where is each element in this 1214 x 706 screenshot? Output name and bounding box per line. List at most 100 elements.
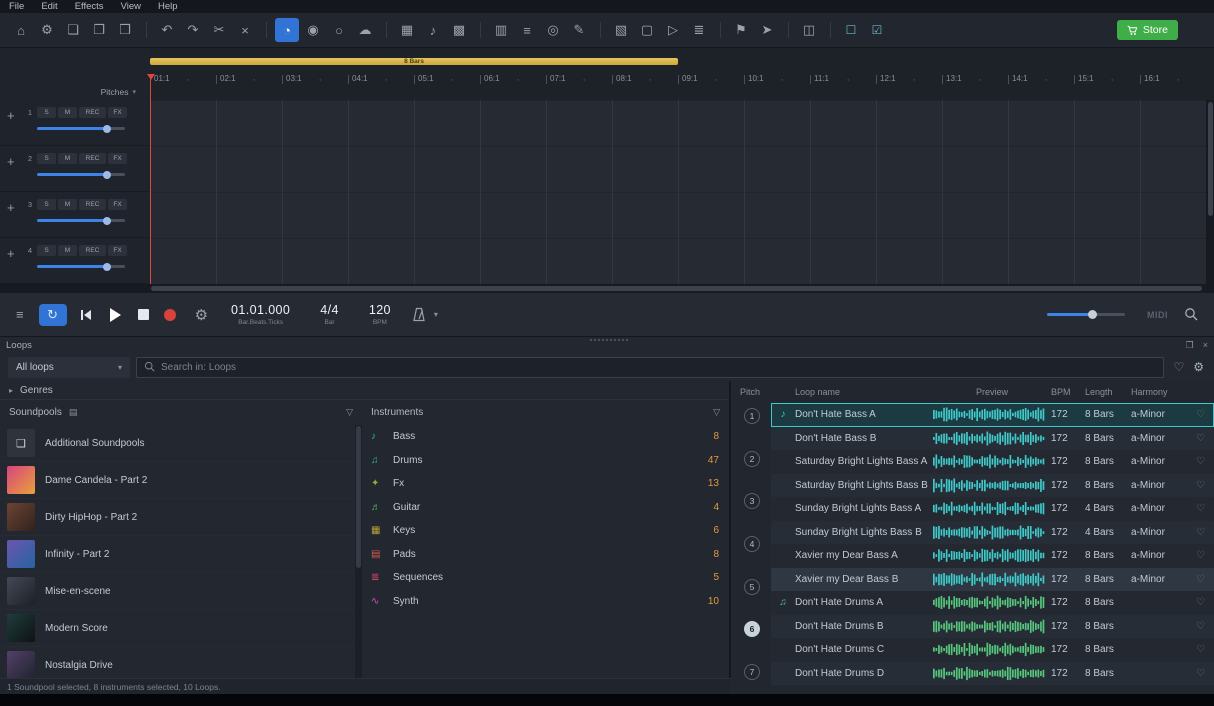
- metronome-icon[interactable]: [412, 307, 426, 322]
- track-volume-slider[interactable]: [37, 219, 125, 222]
- scrollbar-thumb[interactable]: [151, 286, 1202, 291]
- instrument-item[interactable]: ▦ Keys 6: [362, 519, 729, 543]
- instrument-item[interactable]: ✦ Fx 13: [362, 472, 729, 496]
- eq-icon[interactable]: ≡: [515, 18, 539, 42]
- transport-menu-icon[interactable]: ≡: [16, 307, 24, 322]
- loop-row[interactable]: Saturday Bright Lights Bass B 172 8 Bars…: [771, 474, 1214, 498]
- slider-handle[interactable]: [103, 217, 111, 225]
- favorite-icon[interactable]: ♡: [1187, 527, 1214, 538]
- bpm-display[interactable]: 120 BPM: [369, 303, 391, 326]
- scrollbar-thumb[interactable]: [1208, 102, 1213, 216]
- mute-button[interactable]: M: [58, 199, 77, 210]
- track-volume-slider[interactable]: [37, 173, 125, 176]
- soundpool-item[interactable]: Nostalgia Drive: [0, 647, 353, 678]
- soundpool-item[interactable]: Dirty HipHop - Part 2: [0, 499, 353, 536]
- close-icon[interactable]: ×: [1203, 340, 1208, 351]
- instrument-item[interactable]: ▤ Pads 8: [362, 543, 729, 567]
- soundpool-item[interactable]: Mise-en-scene: [0, 573, 353, 610]
- pitch-button[interactable]: 5: [744, 579, 760, 595]
- loop-waveform-preview[interactable]: [933, 525, 1051, 540]
- pitch-button[interactable]: 1: [744, 408, 760, 424]
- filter-icon[interactable]: ▽: [346, 407, 353, 418]
- soundpool-item[interactable]: Modern Score: [0, 610, 353, 647]
- menu-item[interactable]: View: [121, 1, 141, 12]
- panel-resize-handle[interactable]: [590, 339, 628, 341]
- video-player-icon[interactable]: ▷: [661, 18, 685, 42]
- favorite-icon[interactable]: ♡: [1187, 433, 1214, 444]
- video-monitor-icon[interactable]: ▢: [635, 18, 659, 42]
- more-apps-icon[interactable]: ▩: [447, 18, 471, 42]
- favorite-icon[interactable]: ♡: [1187, 597, 1214, 608]
- scrollbar-thumb[interactable]: [356, 426, 361, 568]
- fx-button[interactable]: FX: [108, 153, 127, 164]
- slider-handle[interactable]: [1088, 310, 1097, 319]
- favorite-icon[interactable]: ♡: [1187, 503, 1214, 514]
- loop-row[interactable]: Xavier my Dear Bass B 172 8 Bars a-Minor…: [771, 568, 1214, 592]
- new-project-icon[interactable]: ❏: [61, 18, 85, 42]
- column-header-harmony[interactable]: Harmony: [1131, 387, 1187, 397]
- menu-item[interactable]: Effects: [75, 1, 104, 12]
- record-arm-button[interactable]: REC: [79, 245, 106, 256]
- fx-button[interactable]: FX: [108, 199, 127, 210]
- metronome-toggle-icon[interactable]: ◔: [275, 18, 299, 42]
- loop-waveform-preview[interactable]: [933, 454, 1051, 469]
- play-button[interactable]: [107, 307, 123, 323]
- mute-button[interactable]: M: [58, 245, 77, 256]
- position-display[interactable]: 01.01.000 Bar.Beats.Ticks: [231, 303, 290, 326]
- open-project-icon[interactable]: ❐: [87, 18, 111, 42]
- loop-waveform-preview[interactable]: [933, 548, 1051, 563]
- loop-waveform-preview[interactable]: [933, 501, 1051, 516]
- loop-row[interactable]: Don't Hate Drums C 172 8 Bars ♡: [771, 638, 1214, 662]
- column-header-loop-name[interactable]: Loop name: [795, 387, 933, 397]
- time-signature-display[interactable]: 4/4 Bar: [320, 303, 339, 326]
- fx-button[interactable]: FX: [108, 107, 127, 118]
- favorites-filter-icon[interactable]: ♡: [1173, 360, 1184, 374]
- column-header-length[interactable]: Length: [1085, 387, 1131, 397]
- soundpool-item[interactable]: Infinity - Part 2: [0, 536, 353, 573]
- menu-item[interactable]: Help: [158, 1, 178, 12]
- column-header-pitch[interactable]: Pitch: [733, 387, 771, 397]
- favorite-icon[interactable]: ♡: [1187, 409, 1214, 420]
- loop-row[interactable]: Sunday Bright Lights Bass A 172 4 Bars a…: [771, 497, 1214, 521]
- window-layout-icon[interactable]: ◫: [797, 18, 821, 42]
- master-volume-slider[interactable]: [1047, 313, 1125, 316]
- soundpool-item[interactable]: Dame Candela - Part 2: [0, 462, 353, 499]
- mute-button[interactable]: M: [58, 107, 77, 118]
- mute-button[interactable]: M: [58, 153, 77, 164]
- loops-settings-icon[interactable]: ⚙: [1193, 360, 1204, 374]
- column-header-bpm[interactable]: BPM: [1051, 387, 1085, 397]
- loop-range-bar[interactable]: 8 Bars: [150, 58, 678, 65]
- loop-row[interactable]: Don't Hate Drums B 172 8 Bars ♡: [771, 615, 1214, 639]
- metronome-dropdown-icon[interactable]: ▾: [434, 310, 438, 319]
- loop-waveform-preview[interactable]: [933, 619, 1051, 634]
- loop-waveform-preview[interactable]: [933, 595, 1051, 610]
- slider-handle[interactable]: [103, 125, 111, 133]
- mixer-icon[interactable]: ▥: [489, 18, 513, 42]
- favorite-icon[interactable]: ♡: [1187, 456, 1214, 467]
- loop-row[interactable]: Saturday Bright Lights Bass A 172 8 Bars…: [771, 450, 1214, 474]
- add-track-button[interactable]: +: [7, 107, 25, 145]
- pitch-button[interactable]: 6: [744, 621, 760, 637]
- record-options-icon[interactable]: ◎: [541, 18, 565, 42]
- loop-filter-dropdown[interactable]: All loops ▾: [8, 357, 130, 378]
- redo-icon[interactable]: ↷: [181, 18, 205, 42]
- loops-search-input[interactable]: [161, 362, 1156, 373]
- add-track-button[interactable]: +: [7, 245, 25, 283]
- filter-icon[interactable]: ▽: [713, 407, 720, 418]
- home-icon[interactable]: ⌂: [9, 18, 33, 42]
- horizontal-scrollbar[interactable]: [0, 284, 1214, 293]
- undo-icon[interactable]: ↶: [155, 18, 179, 42]
- record-arm-button[interactable]: REC: [79, 107, 106, 118]
- loop-waveform-preview[interactable]: [933, 666, 1051, 681]
- solo-button[interactable]: S: [37, 245, 56, 256]
- object-list-icon[interactable]: ≣: [687, 18, 711, 42]
- track-volume-slider[interactable]: [37, 127, 125, 130]
- skip-start-button[interactable]: [80, 309, 92, 321]
- instrument-view-icon[interactable]: ♪: [421, 18, 445, 42]
- instrument-item[interactable]: ≣ Sequences 5: [362, 566, 729, 590]
- store-button[interactable]: Store: [1117, 20, 1178, 40]
- loops-search-bar[interactable]: [136, 357, 1164, 378]
- loop-waveform-preview[interactable]: [933, 572, 1051, 587]
- loop-waveform-preview[interactable]: [933, 478, 1051, 493]
- soundpool-item[interactable]: ❑ Additional Soundpools: [0, 425, 353, 462]
